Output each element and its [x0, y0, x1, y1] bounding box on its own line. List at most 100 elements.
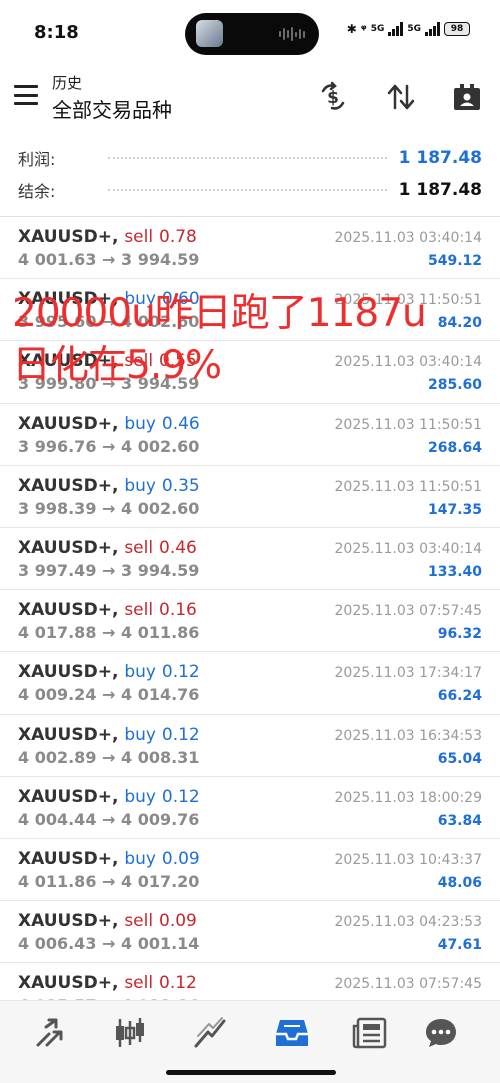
symbol-name: XAUUSD+, [18, 227, 119, 247]
trade-symbol: XAUUSD+, buy 0.09 [18, 849, 200, 869]
trade-volume: 0.09 [159, 911, 197, 932]
trade-volume: 0.12 [161, 662, 200, 683]
trade-prices: 4 002.89 → 4 008.31 [18, 747, 200, 767]
trade-prices: 4 004.44 → 4 009.76 [18, 809, 200, 829]
trade-time: 2025.11.03 16:34:53 [334, 727, 483, 744]
trade-symbol: XAUUSD+, sell 0.78 [18, 227, 197, 247]
trade-side: buy [124, 662, 156, 683]
status-icons: ✱ ᵠ 5G 5G 98 [347, 22, 470, 36]
news-icon[interactable] [350, 1015, 390, 1051]
trade-row[interactable]: XAUUSD+, buy 0.35 3 998.39 → 4 002.60 2025… [0, 466, 500, 528]
signal-icon-2 [425, 22, 440, 36]
trade-symbol: XAUUSD+, buy 0.46 [18, 414, 200, 434]
trade-row[interactable]: XAUUSD+, sell 0.124 015.57 → 4 011.86202… [0, 963, 500, 1000]
trade-side: buy [124, 413, 156, 434]
trade-row[interactable]: XAUUSD+, sell 0.16 4 017.88 → 4 011.86 202… [0, 590, 500, 653]
dynamic-island[interactable] [185, 13, 319, 55]
sort-icon[interactable] [384, 80, 418, 114]
trade-side: sell [124, 227, 154, 247]
trade-row[interactable]: XAUUSD+, buy 0.12 4 004.44 → 4 009.76 2025… [0, 777, 500, 839]
history-inbox-icon[interactable] [272, 1015, 312, 1051]
trade-symbol: XAUUSD+, buy 0.35 [18, 476, 200, 496]
trade-prices: 4 009.24 → 4 014.76 [18, 685, 200, 705]
trade-profit: 63.84 [437, 812, 482, 829]
trade-side: sell [124, 537, 154, 558]
profit-label: 利润: [18, 150, 56, 169]
trade-side: buy [124, 475, 156, 496]
symbol-name: XAUUSD+, [18, 848, 119, 869]
symbol-name: XAUUSD+, [18, 973, 119, 994]
overlay-line-2: 日化在5.9% [12, 343, 222, 388]
bluetooth-icon: ✱ [346, 22, 357, 36]
trade-profit: 268.64 [427, 439, 482, 456]
candlestick-chart-icon[interactable] [110, 1015, 150, 1051]
trade-profit: 65.04 [437, 750, 482, 767]
trade-profit: 47.61 [437, 937, 482, 954]
trade-symbol: XAUUSD+, sell 0.09 [18, 911, 197, 931]
trade-volume: 0.35 [161, 475, 200, 496]
overlay-caption: 20000u昨日跑了1187u 日化在5.9% [12, 288, 427, 392]
trade-row[interactable]: XAUUSD+, sell 0.78 4 001.63 → 3 994.59 202… [0, 217, 500, 280]
trade-symbol: XAUUSD+, buy 0.12 [18, 662, 200, 682]
now-playing-artwork [196, 20, 223, 47]
trade-volume: 0.46 [161, 413, 200, 434]
currency-exchange-icon[interactable]: $ [316, 80, 350, 114]
trade-row[interactable]: XAUUSD+, sell 0.46 3 997.49 → 3 994.59 202… [0, 528, 500, 591]
wifi-calling-icon: ᵠ [360, 22, 367, 36]
trade-row[interactable]: XAUUSD+, buy 0.12 4 009.24 → 4 014.76 2025… [0, 652, 500, 715]
trade-row[interactable]: XAUUSD+, sell 0.09 4 006.43 → 4 001.14 202… [0, 901, 500, 964]
dotted-leader [108, 189, 387, 191]
trade-prices: 4 006.43 → 4 001.14 [18, 934, 200, 954]
profit-row: 利润: 1 187.48 [18, 142, 482, 174]
trade-time: 2025.11.03 11:50:51 [334, 416, 483, 433]
deposit-icon[interactable] [450, 80, 484, 114]
quotes-icon[interactable] [30, 1015, 70, 1051]
trade-icon[interactable] [190, 1015, 230, 1051]
svg-text:$: $ [327, 88, 339, 108]
trade-prices: 4 001.63 → 3 994.59 [18, 250, 200, 269]
symbol-name: XAUUSD+, [18, 413, 119, 434]
menu-icon[interactable] [14, 85, 38, 105]
trade-prices: 3 998.39 → 4 002.60 [18, 498, 200, 518]
trade-profit: 96.32 [437, 626, 482, 643]
trade-time: 2025.11.03 07:57:45 [334, 976, 483, 993]
trade-symbol: XAUUSD+, sell 0.16 [18, 600, 197, 620]
trade-time: 2025.11.03 11:50:51 [334, 478, 483, 495]
summary-panel: 利润: 1 187.48 结余: 1 187.48 [0, 140, 500, 216]
header-title[interactable]: 全部交易品种 [52, 94, 172, 123]
trade-symbol: XAUUSD+, sell 0.46 [18, 538, 197, 558]
trade-row[interactable]: XAUUSD+, buy 0.09 4 011.86 → 4 017.20 2025… [0, 839, 500, 902]
trade-volume: 0.12 [161, 786, 200, 807]
trade-row[interactable]: XAUUSD+, buy 0.46 3 996.76 → 4 002.60 2025… [0, 404, 500, 466]
trade-symbol: XAUUSD+, sell 0.12 [18, 973, 197, 993]
home-indicator[interactable] [166, 1070, 336, 1075]
trade-time: 2025.11.03 07:57:45 [334, 603, 483, 620]
trade-profit: 285.60 [427, 377, 482, 394]
trade-profit: 133.40 [427, 563, 482, 580]
trade-time: 2025.11.03 18:00:29 [334, 789, 483, 806]
app-header: 历史 全部交易品种 $ [0, 66, 500, 128]
balance-label: 结余: [18, 182, 56, 201]
trade-prices: 4 017.88 → 4 011.86 [18, 623, 200, 643]
trade-symbol: XAUUSD+, buy 0.12 [18, 725, 200, 745]
trade-side: sell [124, 973, 154, 994]
trade-time: 2025.11.03 10:43:37 [334, 851, 483, 868]
symbol-name: XAUUSD+, [18, 475, 119, 496]
trade-volume: 0.12 [161, 724, 200, 745]
trade-side: sell [124, 600, 154, 621]
trade-prices: 3 996.76 → 4 002.60 [18, 436, 200, 456]
trade-profit: 549.12 [427, 253, 482, 269]
trade-profit: 66.24 [437, 688, 482, 705]
overlay-line-1: 20000u昨日跑了1187u [12, 291, 427, 336]
trade-row[interactable]: XAUUSD+, buy 0.12 4 002.89 → 4 008.31 2025… [0, 715, 500, 777]
trade-volume: 0.12 [159, 973, 197, 994]
trade-profit: 48.06 [437, 874, 482, 891]
trade-time: 2025.11.03 04:23:53 [334, 914, 483, 931]
profit-value: 1 187.48 [398, 148, 482, 168]
trade-side: sell [124, 911, 154, 932]
trade-profit: 84.20 [437, 315, 482, 332]
network-label-2: 5G [407, 24, 421, 34]
trade-symbol: XAUUSD+, buy 0.12 [18, 787, 200, 807]
messages-icon[interactable] [421, 1015, 461, 1051]
trade-volume: 0.09 [161, 848, 200, 869]
